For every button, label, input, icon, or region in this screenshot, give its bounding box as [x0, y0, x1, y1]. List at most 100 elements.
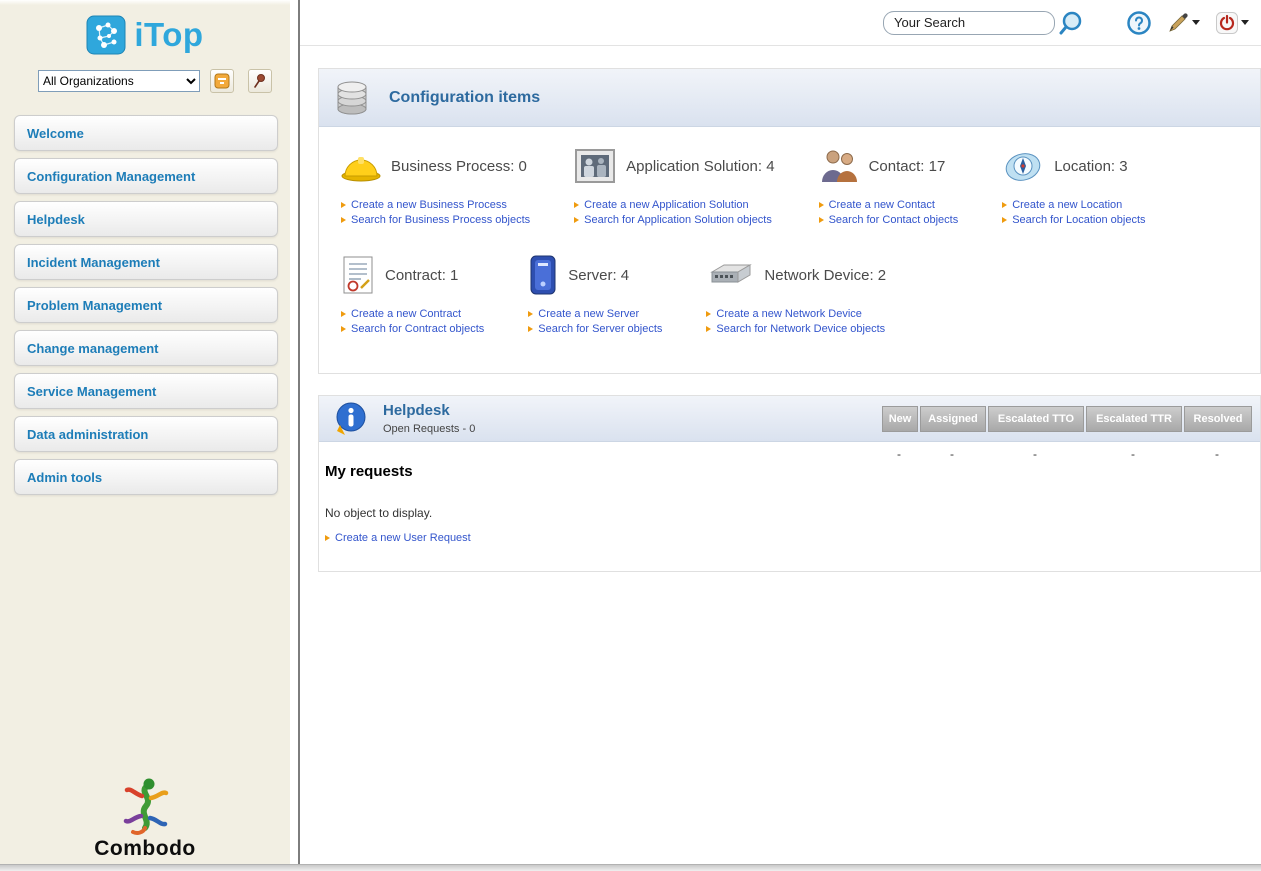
value-assigned: -: [919, 447, 985, 461]
search-input[interactable]: [883, 11, 1055, 35]
create-location-link[interactable]: Create a new Location: [1002, 199, 1145, 211]
logoff-button[interactable]: [1216, 12, 1249, 34]
hardhat-icon: [341, 149, 381, 183]
ci-heading: Location: 3: [1054, 158, 1127, 175]
search-server-link[interactable]: Search for Server objects: [528, 323, 662, 335]
help-icon: [1127, 11, 1151, 35]
database-icon: [331, 77, 373, 119]
topbar: [300, 0, 1261, 46]
search-contract-link[interactable]: Search for Contract objects: [341, 323, 484, 335]
helpdesk-column-headers: New Assigned Escalated TTO Escalated TTR…: [882, 406, 1252, 432]
organization-select[interactable]: All Organizations: [38, 70, 200, 92]
my-requests-section: My requests No object to display. Create…: [319, 463, 1260, 544]
contacts-icon: [819, 148, 859, 184]
create-business-process-link[interactable]: Create a new Business Process: [341, 199, 530, 211]
search-button[interactable]: [1059, 10, 1085, 36]
sidebar-item-welcome[interactable]: Welcome: [14, 115, 278, 151]
sidebar-item-problem-management[interactable]: Problem Management: [14, 287, 278, 323]
search-location-link[interactable]: Search for Location objects: [1002, 214, 1145, 226]
window-bottom-edge: [0, 864, 1261, 871]
sidebar: iTop All Organizations Welcome Configura…: [0, 0, 290, 871]
ci-group-contact: Contact: 17 Create a new Contact Search …: [819, 143, 959, 226]
ci-row-1: Business Process: 0 Create a new Busines…: [341, 143, 1260, 226]
itop-logo: iTop: [0, 15, 290, 55]
search-network-device-link[interactable]: Search for Network Device objects: [706, 323, 886, 335]
configuration-items-body: Business Process: 0 Create a new Busines…: [319, 127, 1260, 335]
organization-filter-button[interactable]: [210, 69, 234, 93]
search-application-solution-link[interactable]: Search for Application Solution objects: [574, 214, 774, 226]
create-application-solution-link[interactable]: Create a new Application Solution: [574, 199, 774, 211]
application-solution-icon: [574, 148, 616, 184]
helpdesk-subtitle: Open Requests - 0: [383, 423, 475, 435]
search-contact-link[interactable]: Search for Contact objects: [819, 214, 959, 226]
ci-heading: Server: 4: [568, 267, 629, 284]
helpdesk-panel: Helpdesk Open Requests - 0 New Assigned …: [318, 395, 1261, 572]
ci-group-server: Server: 4 Create a new Server Search for…: [528, 252, 662, 335]
ci-group-application-solution: Application Solution: 4 Create a new App…: [574, 143, 774, 226]
contract-icon: [341, 255, 375, 295]
location-compass-icon: [1002, 147, 1044, 185]
filter-icon: [214, 73, 230, 89]
column-header-escalated-tto: Escalated TTO: [988, 406, 1084, 432]
column-header-escalated-ttr: Escalated TTR: [1086, 406, 1182, 432]
itop-logo-text: iTop: [134, 16, 203, 54]
sidebar-item-helpdesk[interactable]: Helpdesk: [14, 201, 278, 237]
ci-heading: Business Process: 0: [391, 158, 527, 175]
power-icon: [1216, 12, 1238, 34]
sidebar-item-admin-tools[interactable]: Admin tools: [14, 459, 278, 495]
helpdesk-header: Helpdesk Open Requests - 0 New Assigned …: [319, 396, 1260, 442]
pushpin-icon: [252, 73, 268, 89]
combodo-logo[interactable]: Combodo: [0, 776, 290, 861]
sidebar-item-change-management[interactable]: Change management: [14, 330, 278, 366]
sidebar-item-service-management[interactable]: Service Management: [14, 373, 278, 409]
itop-logo-icon: [86, 15, 126, 55]
search-business-process-link[interactable]: Search for Business Process objects: [341, 214, 530, 226]
combodo-logo-text: Combodo: [0, 837, 290, 861]
value-new: -: [881, 447, 917, 461]
my-requests-title: My requests: [325, 463, 1260, 480]
create-contract-link[interactable]: Create a new Contract: [341, 308, 484, 320]
help-button[interactable]: [1127, 11, 1151, 35]
sidebar-item-configuration-management[interactable]: Configuration Management: [14, 158, 278, 194]
empty-message: No object to display.: [325, 506, 1260, 520]
ci-heading: Network Device: 2: [764, 267, 886, 284]
pencil-icon: [1167, 12, 1189, 34]
value-escalated-tto: -: [987, 447, 1083, 461]
ci-group-network-device: Network Device: 2 Create a new Network D…: [706, 252, 886, 335]
ci-row-2: Contract: 1 Create a new Contract Search…: [341, 252, 1260, 335]
create-user-request-link[interactable]: Create a new User Request: [325, 532, 1260, 544]
helpdesk-values-row: - - - - -: [319, 447, 1260, 461]
ci-heading: Contact: 17: [869, 158, 946, 175]
sidebar-menu: Welcome Configuration Management Helpdes…: [14, 115, 278, 495]
configuration-items-header: Configuration items: [319, 69, 1260, 127]
value-resolved: -: [1183, 447, 1251, 461]
column-header-resolved: Resolved: [1184, 406, 1252, 432]
ci-heading: Application Solution: 4: [626, 158, 774, 175]
organization-filter-row: All Organizations: [38, 69, 272, 93]
helpdesk-titles: Helpdesk Open Requests - 0: [383, 402, 475, 435]
main-content: Configuration items Business Process: 0 …: [300, 0, 1261, 871]
search-icon: [1059, 10, 1085, 36]
sidebar-item-data-administration[interactable]: Data administration: [14, 416, 278, 452]
ci-heading: Contract: 1: [385, 267, 458, 284]
ci-group-contract: Contract: 1 Create a new Contract Search…: [341, 252, 484, 335]
sidebar-item-incident-management[interactable]: Incident Management: [14, 244, 278, 280]
column-header-new: New: [882, 406, 918, 432]
pin-sidebar-button[interactable]: [248, 69, 272, 93]
ci-group-business-process: Business Process: 0 Create a new Busines…: [341, 143, 530, 226]
configuration-items-panel: Configuration items Business Process: 0 …: [318, 68, 1261, 374]
create-network-device-link[interactable]: Create a new Network Device: [706, 308, 886, 320]
combodo-gecko-icon: [113, 776, 177, 838]
network-device-icon: [706, 262, 754, 288]
create-server-link[interactable]: Create a new Server: [528, 308, 662, 320]
column-header-assigned: Assigned: [920, 406, 986, 432]
dropdown-caret-icon: [1241, 20, 1249, 25]
value-escalated-ttr: -: [1085, 447, 1181, 461]
create-contact-link[interactable]: Create a new Contact: [819, 199, 959, 211]
server-icon: [528, 254, 558, 296]
panel-title: Configuration items: [389, 89, 540, 107]
ci-group-location: Location: 3 Create a new Location Search…: [1002, 143, 1145, 226]
edit-mode-button[interactable]: [1167, 12, 1200, 34]
dropdown-caret-icon: [1192, 20, 1200, 25]
info-icon: [331, 400, 369, 438]
